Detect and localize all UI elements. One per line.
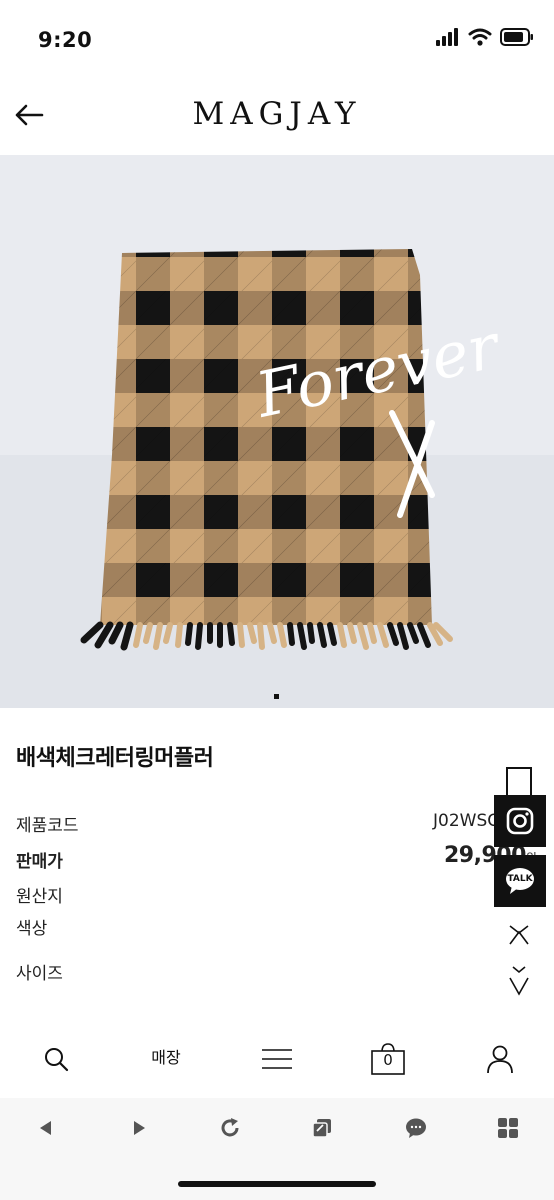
tabs-icon bbox=[312, 1119, 331, 1138]
browser-forward-button[interactable] bbox=[119, 1108, 159, 1148]
product-image[interactable]: Forever bbox=[0, 155, 554, 708]
nav-account[interactable] bbox=[480, 1040, 520, 1078]
kakao-talk-button[interactable]: TALK bbox=[494, 855, 546, 907]
user-icon bbox=[487, 1045, 513, 1074]
scroll-top-button[interactable] bbox=[506, 767, 532, 797]
chevron-up-icon[interactable] bbox=[505, 922, 533, 946]
instagram-icon bbox=[506, 807, 534, 835]
origin-label: 원산지 bbox=[16, 887, 63, 907]
nav-cart[interactable]: 0 bbox=[368, 1040, 408, 1078]
nav-search[interactable] bbox=[36, 1040, 76, 1078]
status-bar: 9:20 bbox=[0, 0, 554, 80]
app-header: MAGJAY bbox=[0, 80, 554, 155]
code-label: 제품코드 bbox=[16, 816, 79, 836]
search-icon bbox=[45, 1048, 69, 1072]
carousel-indicator[interactable] bbox=[274, 694, 279, 699]
code-value: J02WSC bbox=[433, 811, 500, 831]
home-indicator[interactable] bbox=[178, 1181, 376, 1187]
refresh-icon bbox=[221, 1118, 239, 1137]
chat-icon bbox=[406, 1118, 426, 1138]
color-label: 색상 bbox=[16, 919, 48, 939]
wifi-icon bbox=[468, 28, 492, 46]
cart-count: 0 bbox=[383, 1051, 393, 1069]
browser-back-button[interactable] bbox=[26, 1108, 66, 1148]
nav-store[interactable]: 매장 bbox=[140, 1037, 192, 1075]
browser-apps-button[interactable] bbox=[488, 1108, 528, 1148]
forward-icon bbox=[134, 1121, 145, 1135]
status-time: 9:20 bbox=[38, 28, 93, 52]
nav-menu[interactable] bbox=[257, 1040, 297, 1078]
battery-icon bbox=[500, 28, 533, 46]
browser-refresh-button[interactable] bbox=[210, 1108, 250, 1148]
signal-icon bbox=[436, 28, 458, 46]
size-label: 사이즈 bbox=[16, 964, 63, 984]
back-icon bbox=[40, 1121, 51, 1135]
grid-icon bbox=[498, 1118, 518, 1138]
product-title: 배색체크레터링머플러 bbox=[16, 746, 214, 771]
browser-chat-button[interactable] bbox=[396, 1108, 436, 1148]
bottom-nav: 매장 0 bbox=[0, 1020, 554, 1098]
menu-icon bbox=[262, 1049, 292, 1069]
instagram-button[interactable] bbox=[494, 795, 546, 847]
status-icons bbox=[436, 28, 534, 46]
brand-logo[interactable]: MAGJAY bbox=[0, 96, 554, 132]
chevron-down-icon[interactable] bbox=[505, 964, 533, 998]
browser-tabs-button[interactable] bbox=[302, 1108, 342, 1148]
kakao-talk-label: TALK bbox=[507, 874, 533, 884]
scarf-image: Forever bbox=[0, 155, 554, 708]
price-label: 판매가 bbox=[16, 852, 63, 872]
